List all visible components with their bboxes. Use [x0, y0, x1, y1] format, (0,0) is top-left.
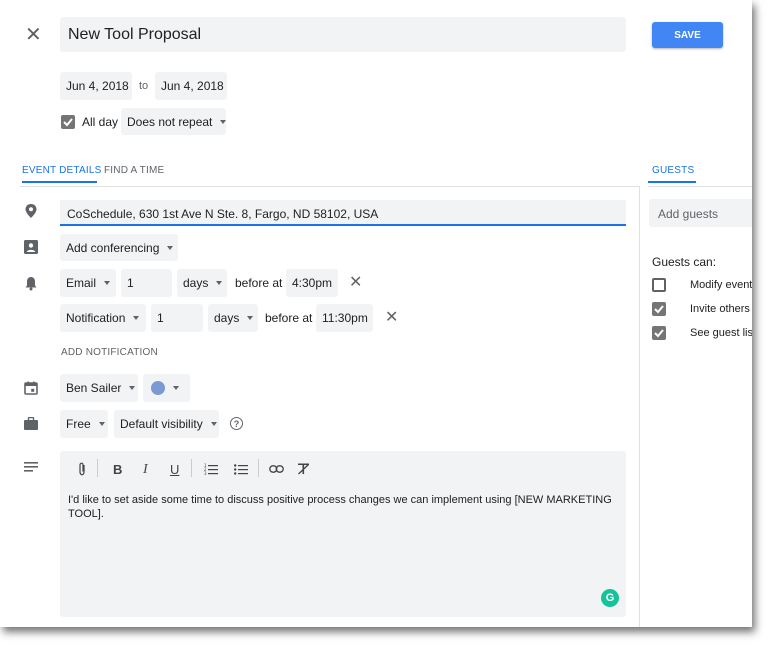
conferencing-label: Add conferencing — [66, 240, 160, 255]
notification-unit-value: days — [183, 276, 209, 290]
invite-others-checkbox[interactable] — [652, 302, 666, 316]
description-text: I'd like to set aside some time to discu… — [68, 494, 612, 520]
before-at-label: before at — [265, 311, 313, 325]
chevron-down-icon — [129, 386, 136, 390]
bell-icon — [25, 277, 37, 291]
notification-type-dropdown[interactable]: Email — [60, 269, 116, 297]
date-separator: to — [139, 80, 149, 92]
calendar-color-swatch — [151, 381, 165, 395]
notification-type-value: Email — [66, 276, 97, 290]
conferencing-dropdown[interactable]: Add conferencing — [60, 234, 178, 261]
invite-others-label: Invite others — [690, 303, 750, 315]
chevron-down-icon — [167, 245, 174, 250]
attachment-icon[interactable] — [78, 462, 86, 476]
toolbar-divider — [191, 459, 192, 477]
start-date-field[interactable]: Jun 4, 2018 — [60, 72, 132, 100]
notification-amount-input[interactable]: 1 — [121, 269, 172, 297]
description-editor[interactable]: B I U 1 2 3 I'd like to set aside some t… — [60, 451, 626, 617]
add-guests-input[interactable]: Add guests — [649, 199, 752, 227]
italic-icon[interactable]: I — [143, 462, 148, 478]
close-icon[interactable]: ✕ — [25, 25, 42, 45]
notes-icon — [24, 462, 38, 472]
location-input[interactable]: CoSchedule, 630 1st Ave N Ste. 8, Fargo,… — [60, 200, 626, 226]
conferencing-icon — [24, 240, 38, 254]
help-icon[interactable]: ? — [230, 417, 243, 430]
visibility-value: Default visibility — [120, 417, 203, 431]
check-icon — [654, 305, 664, 314]
clear-formatting-icon[interactable] — [297, 463, 310, 475]
add-notification-link[interactable]: ADD NOTIFICATION — [61, 347, 158, 358]
tab-indicator — [22, 181, 97, 183]
chevron-down-icon — [98, 422, 105, 426]
notification-time-field[interactable]: 4:30pm — [286, 269, 338, 297]
end-date-field[interactable]: Jun 4, 2018 — [155, 72, 227, 100]
remove-notification-icon[interactable]: ✕ — [349, 275, 362, 291]
before-at-label: before at — [235, 276, 283, 290]
calendar-owner-dropdown[interactable]: Ben Sailer — [60, 374, 138, 402]
tab-indicator — [648, 181, 696, 183]
location-text: CoSchedule, 630 1st Ave N Ste. 8, Fargo,… — [67, 207, 379, 221]
notification-unit-dropdown[interactable]: days — [177, 269, 227, 297]
chevron-down-icon — [216, 281, 223, 285]
location-pin-icon — [25, 204, 37, 218]
notification-amount-input[interactable]: 1 — [151, 304, 203, 332]
notification-time-field[interactable]: 11:30pm — [316, 304, 373, 332]
see-guest-list-checkbox[interactable] — [652, 326, 666, 340]
tab-divider — [20, 186, 640, 187]
visibility-dropdown[interactable]: Default visibility — [114, 410, 219, 438]
toolbar-divider — [97, 459, 98, 477]
toolbar-divider — [258, 459, 259, 477]
chevron-down-icon — [173, 386, 179, 390]
modify-event-label: Modify event — [690, 279, 752, 291]
allday-checkbox[interactable] — [61, 115, 75, 129]
color-dropdown[interactable] — [143, 374, 190, 402]
chevron-down-icon — [133, 316, 140, 320]
notification-unit-value: days — [214, 311, 240, 325]
check-icon — [654, 329, 664, 338]
repeat-dropdown[interactable]: Does not repeat — [121, 108, 227, 135]
column-divider — [639, 186, 640, 627]
chevron-down-icon — [210, 422, 217, 426]
remove-notification-icon[interactable]: ✕ — [385, 310, 398, 326]
chevron-down-icon — [247, 316, 254, 320]
svg-text:3: 3 — [204, 471, 207, 475]
chevron-down-icon — [104, 281, 111, 285]
title-input[interactable]: New Tool Proposal — [60, 17, 626, 52]
tab-find-a-time[interactable]: FIND A TIME — [104, 165, 164, 176]
add-guests-placeholder: Add guests — [658, 207, 719, 221]
repeat-value: Does not repeat — [127, 114, 213, 129]
allday-label: All day — [82, 115, 119, 129]
title-text: New Tool Proposal — [68, 26, 202, 43]
see-guest-list-label: See guest list — [690, 327, 752, 339]
tab-event-details[interactable]: EVENT DETAILS — [22, 165, 101, 176]
notification-type-dropdown[interactable]: Notification — [60, 304, 146, 332]
calendar-icon — [24, 381, 38, 395]
availability-value: Free — [66, 417, 91, 431]
save-button[interactable]: SAVE — [652, 22, 723, 48]
bulleted-list-icon[interactable] — [234, 463, 248, 475]
availability-dropdown[interactable]: Free — [60, 410, 108, 438]
chevron-down-icon — [220, 119, 227, 124]
bold-icon[interactable]: B — [113, 462, 122, 477]
notification-unit-dropdown[interactable]: days — [208, 304, 258, 332]
underline-icon[interactable]: U — [170, 462, 179, 477]
link-icon[interactable] — [269, 465, 284, 473]
guests-can-label: Guests can: — [652, 255, 717, 269]
check-icon — [63, 118, 73, 127]
numbered-list-icon[interactable]: 1 2 3 — [204, 463, 218, 475]
tab-guests[interactable]: GUESTS — [652, 165, 694, 176]
modify-event-checkbox[interactable] — [652, 278, 666, 292]
notification-type-value: Notification — [66, 311, 126, 325]
calendar-owner-value: Ben Sailer — [66, 381, 122, 395]
tab-divider — [648, 186, 752, 187]
briefcase-icon — [24, 417, 38, 430]
grammarly-icon[interactable]: G — [601, 589, 619, 607]
event-editor: ✕ New Tool Proposal SAVE Jun 4, 2018 to … — [0, 0, 752, 627]
